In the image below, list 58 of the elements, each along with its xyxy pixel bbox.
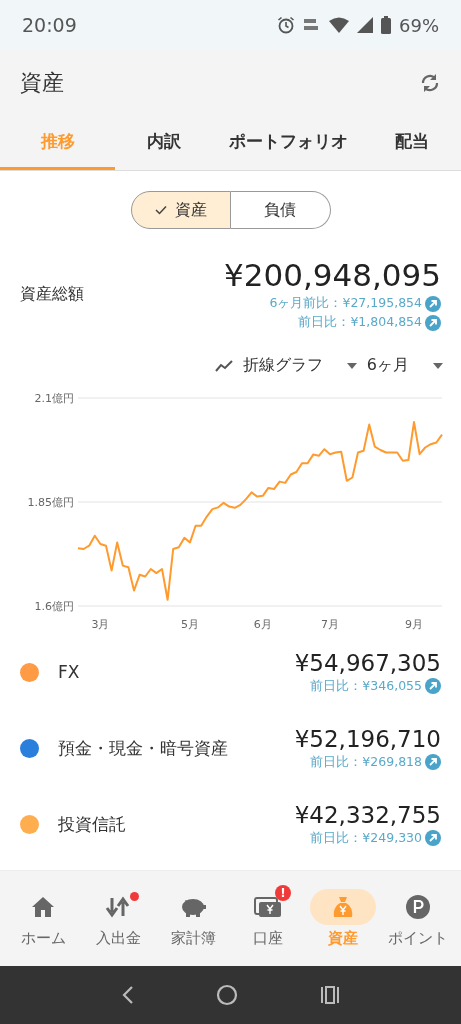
recents-icon[interactable] [320,986,341,1004]
arrow-up-right-icon [425,295,441,312]
axis-label: 3月 [91,618,110,631]
tab[interactable]: ポートフォリオ [213,116,363,170]
arrow-up-right-icon [425,830,441,846]
battery-icon [381,16,391,34]
chart-type-dropdown[interactable]: 折線グラフ [242,355,323,376]
alert-badge: ! [274,885,291,901]
status-time: 20:09 [22,14,77,36]
segment-button[interactable]: 負債 [230,191,331,229]
check-icon [154,205,167,215]
battery-percent: 69% [399,14,439,36]
change-text: 6ヶ月前比：¥27,195,854 [269,295,422,312]
nav-item[interactable]: 入出金 [82,889,155,948]
asset-name: 投資信託 [58,812,127,836]
asset-name: 預金・現金・暗号資産 [58,736,229,760]
dropdown-caret-icon[interactable] [433,362,443,369]
back-icon[interactable] [120,985,135,1005]
asset-name: FX [58,662,81,682]
home-circle-icon[interactable] [216,984,239,1006]
alarm-icon [277,16,295,34]
total-label: 資産総額 [20,283,84,305]
change-text: 前日比：¥1,804,854 [298,314,422,331]
arrow-up-right-icon [425,754,441,770]
points-icon [404,894,431,920]
piggy-bank-icon [179,896,208,918]
axis-label: 1.6億円 [34,600,74,613]
axis-label: 6月 [253,618,272,631]
tab[interactable]: 配当 [363,116,461,170]
asset-amount: ¥52,196,710 [294,725,441,752]
tab[interactable]: 内訳 [115,116,213,170]
refresh-icon[interactable] [419,72,441,94]
nav-item[interactable]: ホーム [7,889,80,948]
yen-wallet-icon [253,896,282,918]
arrows-up-down-icon [105,896,132,918]
wifi-icon [329,17,349,33]
axis-label: 9月 [405,618,423,631]
change-text: 前日比：¥346,055 [310,677,422,695]
change-text: 前日比：¥249,330 [310,829,422,847]
asset-amount: ¥54,967,305 [294,649,441,676]
axis-label: 5月 [181,618,199,631]
dropdown-caret-icon[interactable] [346,362,357,369]
nav-item[interactable]: 家計簿 [157,889,230,948]
arrow-up-right-icon [425,314,441,331]
page-title: 資産 [20,69,64,97]
signal-icon [357,17,373,33]
axis-label: 1.85億円 [27,496,74,509]
axis-label: 7月 [321,618,339,631]
total-amount: ¥200,948,095 [224,257,441,293]
asset-amount: ¥42,332,755 [294,801,441,828]
line-chart-icon [214,359,233,372]
arrow-up-right-icon [425,678,441,694]
nav-item[interactable]: ポイント [381,889,454,948]
axis-label: 2.1億円 [34,392,74,405]
period-dropdown[interactable]: 6ヶ月 [366,355,409,376]
change-text: 前日比：¥269,818 [310,753,422,771]
home-icon [31,896,56,918]
segment-button[interactable]: 資産 [130,191,231,229]
